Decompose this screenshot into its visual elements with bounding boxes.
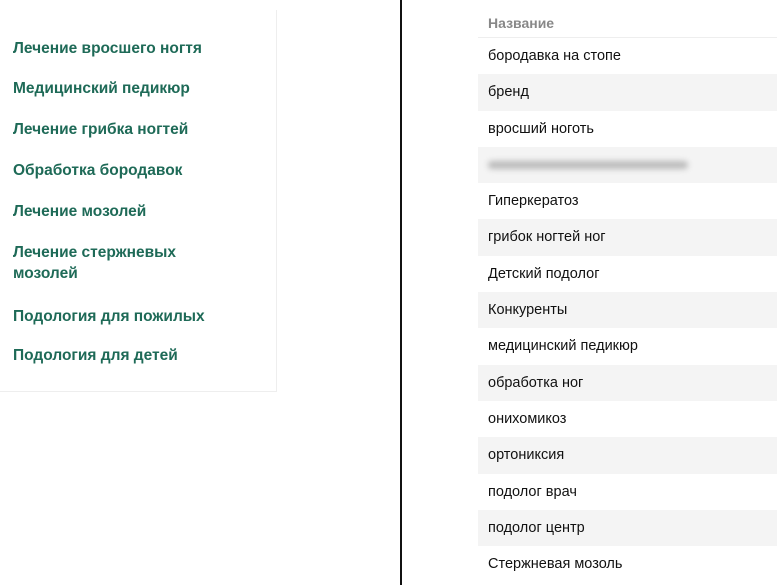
menu-link-nail-fungus[interactable]: Лечение грибка ногтей <box>13 119 263 140</box>
menu-link-medical-pedicure[interactable]: Медицинский педикюр <box>13 78 263 99</box>
table-row-redacted <box>478 146 777 184</box>
table-row: ортониксия <box>478 437 777 474</box>
menu-link-core-calluses[interactable]: Лечение стержневых мозолей <box>13 242 223 284</box>
divider-line <box>400 0 402 585</box>
services-menu: Лечение вросшего ногтя Медицинский педик… <box>0 10 277 392</box>
table-row: грибок ногтей ног <box>478 219 777 256</box>
table-row: Конкуренты <box>478 292 777 329</box>
menu-link-ingrown-nail[interactable]: Лечение вросшего ногтя <box>13 38 263 59</box>
menu-link-calluses[interactable]: Лечение мозолей <box>13 201 263 222</box>
table-row: подолог центр <box>478 509 777 547</box>
menu-link-warts[interactable]: Обработка бородавок <box>13 160 263 181</box>
menu-link-elderly[interactable]: Подология для пожилых <box>13 306 263 327</box>
column-header-name[interactable]: Название <box>478 10 777 38</box>
table-row: обработка ног <box>478 364 777 401</box>
table-row: бородавка на стопе <box>488 48 621 64</box>
table-row: бренд <box>478 74 777 111</box>
menu-link-children[interactable]: Подология для детей <box>13 345 263 366</box>
table-row: подолог врач <box>488 483 577 500</box>
keywords-table: Название бородавка на стопе бренд вросши… <box>478 10 777 582</box>
table-row: Детский подолог <box>488 265 600 282</box>
table-row: вросший ноготь <box>488 120 594 137</box>
table-row: Гиперкератоз <box>488 193 579 210</box>
table-row: медицинский педикюр <box>488 338 638 355</box>
table-row: онихомикоз <box>488 410 567 427</box>
table-row: Стержневая мозоль <box>488 556 623 573</box>
redacted-text <box>488 161 688 170</box>
